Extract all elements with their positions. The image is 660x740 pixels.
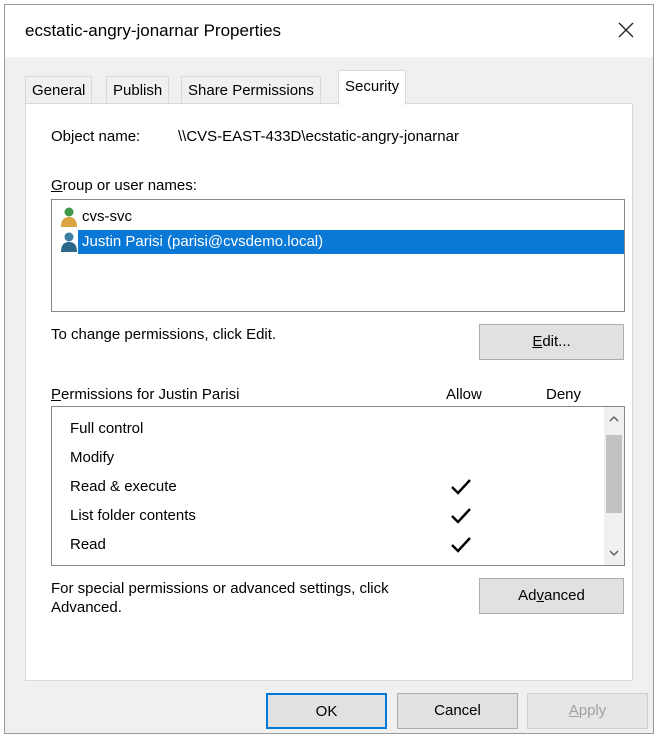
list-item: Modify: [70, 449, 115, 466]
close-icon: [618, 22, 634, 38]
list-item: Read & execute: [70, 473, 590, 501]
check-icon: [451, 537, 471, 553]
advanced-button[interactable]: Advanced: [479, 578, 624, 614]
group-user-names-label: Group or user names:: [51, 177, 197, 194]
title-bar: ecstatic-angry-jonarnar Properties: [5, 5, 653, 57]
edit-button[interactable]: Edit...: [479, 324, 624, 360]
advanced-text: For special permissions or advanced sett…: [51, 580, 389, 616]
scrollbar-thumb[interactable]: [606, 435, 622, 513]
apply-button[interactable]: Apply: [527, 693, 648, 729]
chevron-down-icon[interactable]: [609, 549, 619, 557]
check-icon: [451, 508, 471, 524]
allow-header: Allow: [446, 386, 482, 403]
tab-publish[interactable]: Publish: [106, 76, 170, 104]
list-item[interactable]: Justin Parisi (parisi@cvsdemo.local): [60, 230, 624, 254]
list-item: Full control: [70, 420, 144, 437]
list-item[interactable]: cvs-svc: [60, 205, 136, 229]
permissions-for-label: Permissions for Justin Parisi: [51, 386, 240, 403]
properties-dialog: ecstatic-angry-jonarnar Properties Gener…: [4, 4, 654, 734]
list-item: Read: [70, 531, 590, 559]
chevron-up-icon[interactable]: [609, 415, 619, 423]
cancel-button[interactable]: Cancel: [397, 693, 518, 729]
object-name-label: Object name:: [51, 128, 141, 145]
list-item: List folder contents: [70, 502, 590, 530]
permissions-scrollbar[interactable]: [604, 407, 624, 565]
close-button[interactable]: [607, 13, 645, 47]
tab-strip: General Publish Share Permissions Securi…: [25, 70, 633, 105]
object-name-value: \\CVS-EAST-433D\ecstatic-angry-jonarnar: [178, 128, 459, 145]
change-permissions-text: To change permissions, click Edit.: [51, 326, 277, 343]
deny-header: Deny: [546, 386, 582, 403]
permissions-list[interactable]: Full control Modify Read & execute List …: [51, 406, 625, 566]
window-title: ecstatic-angry-jonarnar Properties: [25, 21, 282, 40]
group-user-list[interactable]: cvs-svc Justin Parisi (parisi@cvsdemo.lo…: [51, 199, 625, 312]
tab-share-permissions[interactable]: Share Permissions: [181, 76, 321, 104]
user-icon: [61, 232, 77, 252]
tab-security[interactable]: Security: [338, 70, 407, 105]
security-panel: Object name: \\CVS-EAST-433D\ecstatic-an…: [25, 103, 633, 681]
user-icon: [61, 207, 77, 227]
ok-button[interactable]: OK: [266, 693, 387, 729]
check-icon: [451, 479, 471, 495]
tab-general[interactable]: General: [25, 76, 93, 104]
